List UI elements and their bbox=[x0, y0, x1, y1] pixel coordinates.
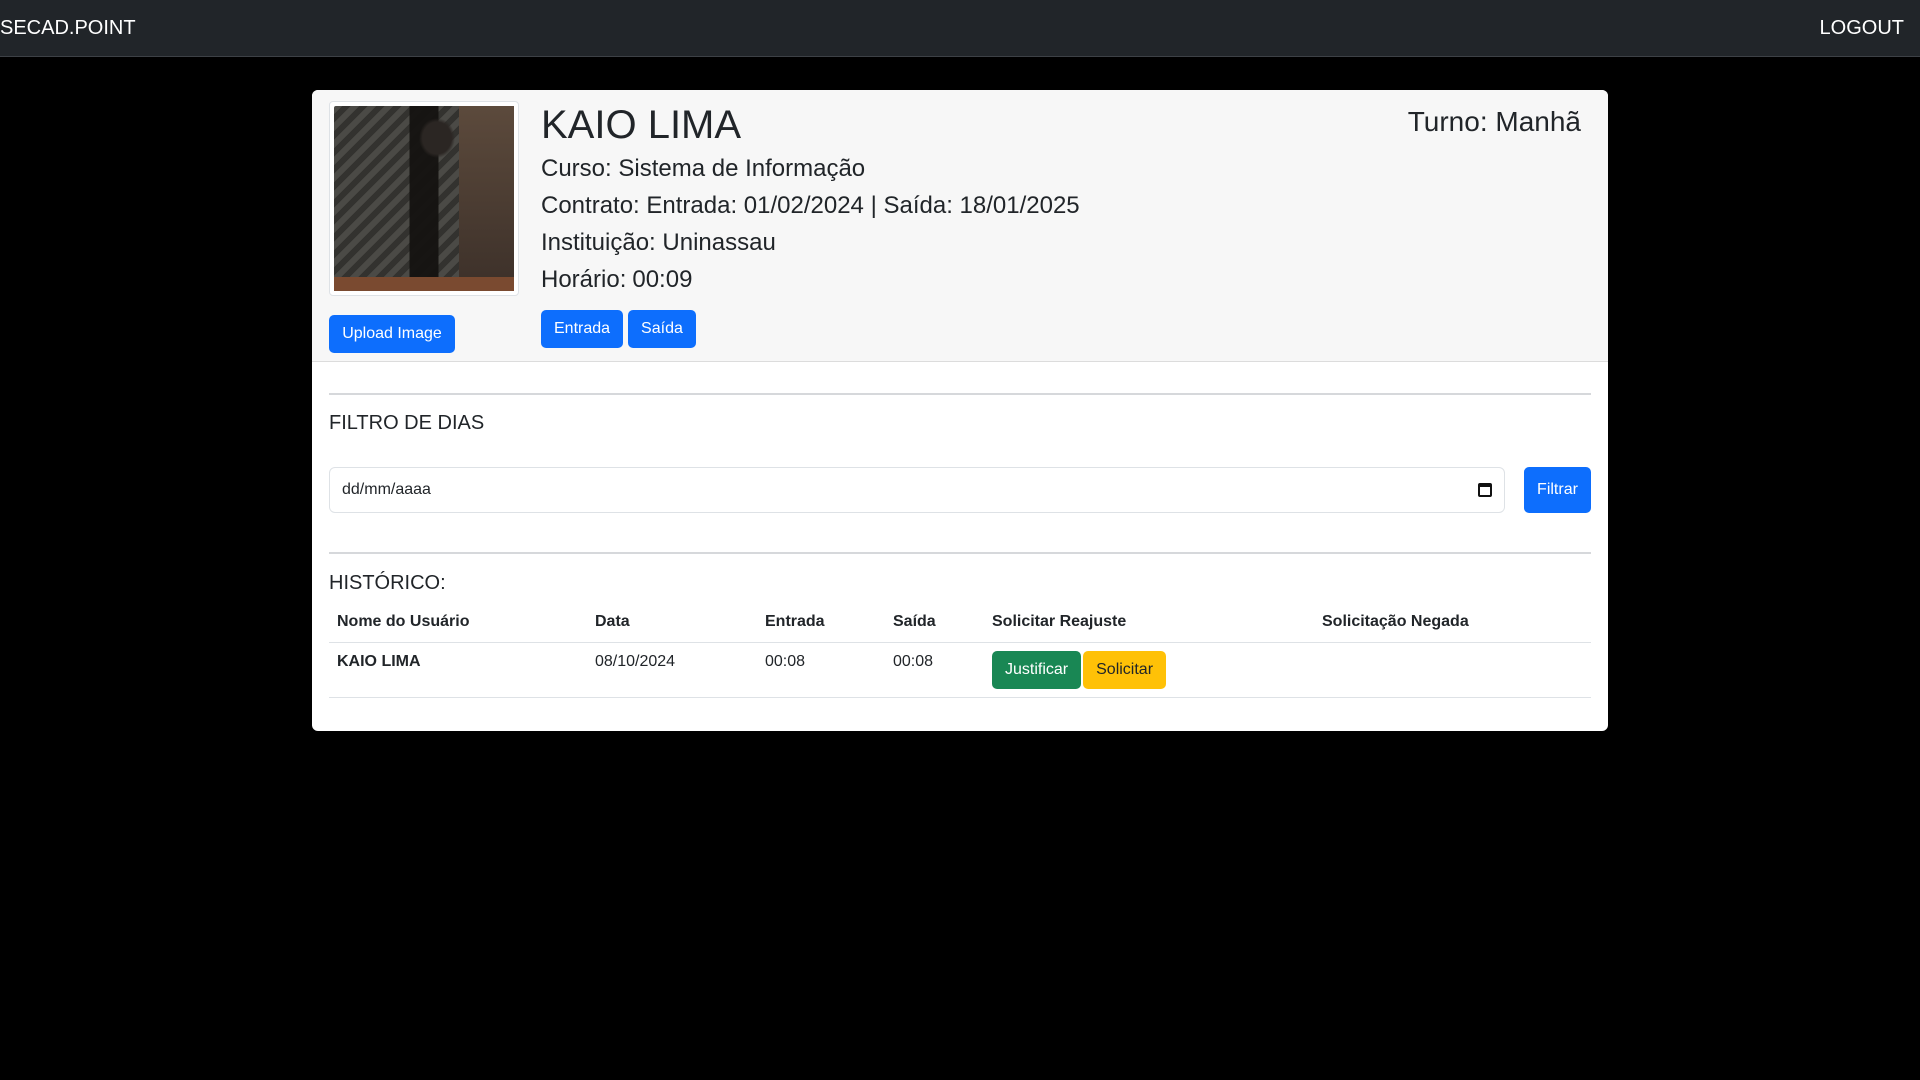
table-row: KAIO LIMA 08/10/2024 00:08 00:08 Justifi… bbox=[329, 642, 1591, 698]
cell-saida: 00:08 bbox=[885, 642, 984, 698]
curso-text: Curso: Sistema de Informação bbox=[541, 155, 866, 182]
brand-logo[interactable]: SECAD.POINT bbox=[0, 17, 136, 40]
col-saida: Saída bbox=[885, 602, 984, 643]
profile-header: Upload Image KAIO LIMA Curso: Sistema de… bbox=[312, 90, 1608, 362]
profile-photo bbox=[334, 106, 514, 291]
col-solicitacao-negada: Solicitação Negada bbox=[1314, 602, 1591, 643]
col-data: Data bbox=[587, 602, 757, 643]
logout-link[interactable]: LOGOUT bbox=[1820, 17, 1920, 40]
punch-buttons: Entrada Saída bbox=[541, 310, 696, 348]
cell-negada bbox=[1314, 642, 1591, 698]
user-name: KAIO LIMA bbox=[541, 103, 742, 147]
date-filter-input[interactable]: dd/mm/aaaa bbox=[329, 467, 1505, 513]
filter-title: FILTRO DE DIAS bbox=[329, 412, 485, 434]
col-nome: Nome do Usuário bbox=[329, 602, 587, 643]
instituicao-text: Instituição: Uninassau bbox=[541, 229, 776, 256]
solicitar-button[interactable]: Solicitar bbox=[1083, 650, 1167, 689]
col-entrada: Entrada bbox=[757, 602, 885, 643]
divider bbox=[329, 393, 1591, 395]
divider bbox=[329, 552, 1591, 554]
top-navbar: SECAD.POINT LOGOUT bbox=[0, 0, 1920, 57]
cell-entrada: 00:08 bbox=[757, 642, 885, 698]
justificar-button[interactable]: Justificar bbox=[992, 650, 1082, 689]
cell-nome: KAIO LIMA bbox=[329, 642, 587, 698]
date-placeholder: dd/mm/aaaa bbox=[342, 481, 431, 498]
cell-actions: Justificar Solicitar bbox=[984, 642, 1314, 698]
profile-photo-frame bbox=[329, 101, 519, 296]
filter-button[interactable]: Filtrar bbox=[1524, 467, 1591, 513]
history-table: Nome do Usuário Data Entrada Saída Solic… bbox=[329, 602, 1591, 698]
turno-text: Turno: Manhã bbox=[1407, 106, 1581, 137]
contrato-text: Contrato: Entrada: 01/02/2024 | Saída: 1… bbox=[541, 192, 1080, 219]
upload-image-button[interactable]: Upload Image bbox=[329, 315, 455, 353]
history-title: HISTÓRICO: bbox=[329, 572, 446, 594]
col-solicitar-reajuste: Solicitar Reajuste bbox=[984, 602, 1314, 643]
horario-label: Horário: bbox=[541, 266, 627, 293]
calendar-icon[interactable] bbox=[1478, 483, 1492, 497]
profile-info: KAIO LIMA Curso: Sistema de Informação C… bbox=[541, 100, 1080, 298]
entrada-button[interactable]: Entrada bbox=[541, 310, 624, 348]
table-header-row: Nome do Usuário Data Entrada Saída Solic… bbox=[329, 602, 1591, 643]
cell-data: 08/10/2024 bbox=[587, 642, 757, 698]
horario-value: 00:09 bbox=[632, 266, 693, 293]
profile-card: Upload Image KAIO LIMA Curso: Sistema de… bbox=[312, 90, 1608, 731]
horario-row: Horário: 00:09 bbox=[541, 261, 1080, 298]
saida-button[interactable]: Saída bbox=[628, 310, 696, 348]
